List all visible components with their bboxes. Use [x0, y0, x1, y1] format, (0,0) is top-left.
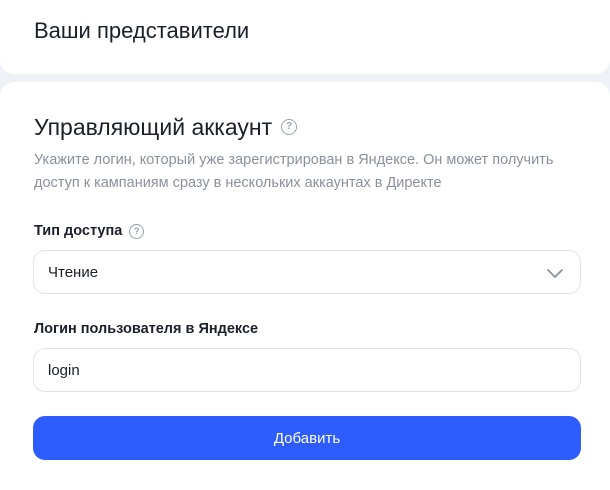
access-type-selected-value: Чтение — [48, 263, 99, 281]
add-button[interactable]: Добавить — [33, 416, 581, 460]
managing-account-card: Управляющий аккаунт ? Укажите логин, кот… — [0, 82, 610, 490]
managing-account-description: Укажите логин, который уже зарегистриров… — [34, 152, 554, 191]
access-type-help-icon[interactable]: ? — [129, 223, 145, 239]
login-label: Логин пользователя в Яндексе — [34, 321, 259, 337]
chevron-down-icon — [547, 269, 563, 278]
representatives-card: Ваши представители — [0, 0, 610, 74]
managing-account-heading: Управляющий аккаунт — [34, 114, 273, 140]
login-label-row: Логин пользователя в Яндексе — [34, 319, 258, 339]
help-icon[interactable]: ? — [281, 119, 298, 135]
login-input[interactable] — [48, 349, 580, 391]
login-field-wrapper — [33, 348, 581, 392]
access-type-label-row: Тип доступа ? — [34, 221, 145, 241]
access-type-label: Тип доступа — [34, 223, 123, 239]
managing-account-heading-row: Управляющий аккаунт ? — [34, 112, 298, 142]
representatives-title: Ваши представители — [34, 18, 250, 43]
access-type-select[interactable]: Чтение — [33, 250, 581, 294]
